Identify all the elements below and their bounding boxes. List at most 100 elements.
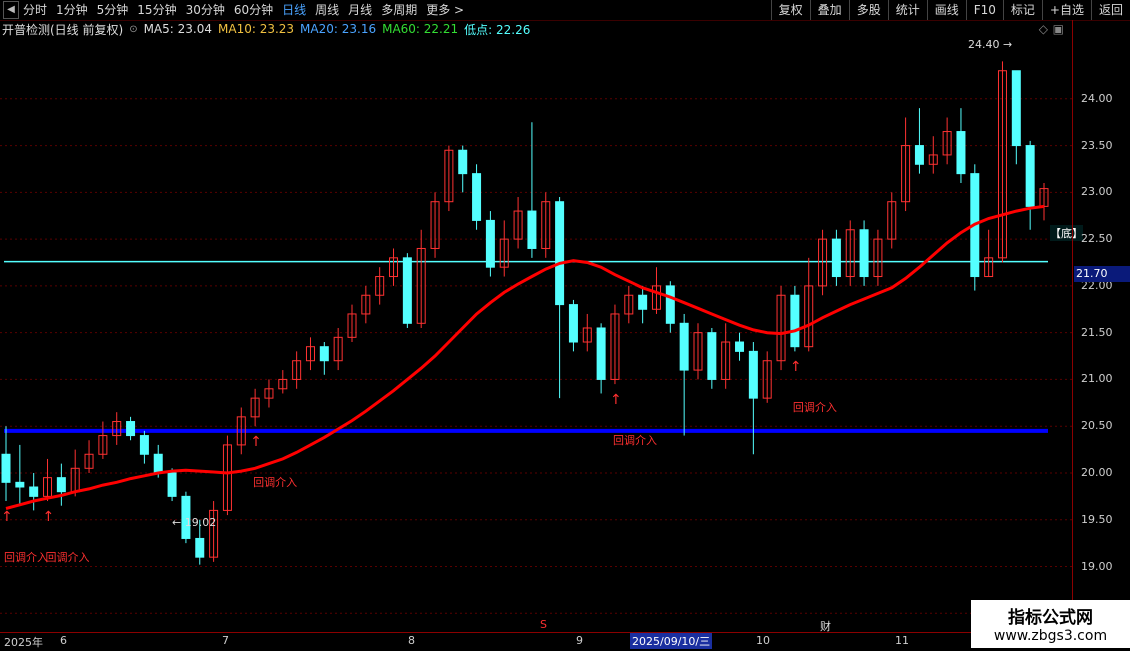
ma60-value: MA60: 22.21 <box>382 22 459 36</box>
signal-arrow-icon: ↑ <box>42 509 55 526</box>
tool-button-5[interactable]: F10 <box>965 0 1003 20</box>
candle-body <box>859 229 869 278</box>
settings-circle-icon[interactable]: ⊙ <box>129 24 137 35</box>
candle-body <box>568 304 578 343</box>
candle-body <box>153 453 163 474</box>
signal-label: 回调介入 <box>4 551 48 565</box>
candle-body <box>56 477 66 493</box>
tab-period-1[interactable]: 1分钟 <box>56 0 88 20</box>
tool-button-3[interactable]: 统计 <box>887 0 927 20</box>
candle-body <box>1011 70 1021 147</box>
price-tick: 21.00 <box>1081 372 1113 386</box>
candle-body <box>707 332 717 380</box>
stock-title: 开普检测(日线 前复权) <box>2 22 124 37</box>
price-tick: 23.50 <box>1081 138 1113 152</box>
price-tick: 19.00 <box>1081 559 1113 573</box>
watermark-url: www.zbgs3.com <box>993 628 1108 644</box>
marker-s: S <box>540 618 547 631</box>
candle-body <box>195 537 205 558</box>
candle-body <box>555 201 565 306</box>
candle-body <box>790 294 800 348</box>
candle-body <box>126 421 136 437</box>
period-tabs: ◀ 分时 1分钟 5分钟 15分钟 30分钟 60分钟 日线 周线 月线 多周期 更多 > <box>0 0 473 20</box>
date-tick: 10 <box>756 634 770 647</box>
tab-period-0[interactable]: 分时 <box>23 0 47 20</box>
tab-period-5[interactable]: 60分钟 <box>234 0 273 20</box>
tool-button-6[interactable]: 标记 <box>1002 0 1042 20</box>
tool-button-8[interactable]: 返回 <box>1090 0 1130 20</box>
price-tick: 20.50 <box>1081 419 1113 433</box>
current-price-badge: 21.70 <box>1074 266 1130 282</box>
date-tick: 9 <box>576 634 583 647</box>
candle-body <box>319 346 329 362</box>
date-cursor: 2025/09/10/三 <box>630 633 713 649</box>
low-value: 低点: 22.26 <box>464 22 531 37</box>
signal-label: 回调介入 <box>792 401 837 415</box>
signal-arrow-icon: ↑ <box>250 434 262 451</box>
low-annotation: ← 19.02 <box>172 516 217 529</box>
signal-arrow-icon: ↑ <box>789 359 802 376</box>
close-box-icon[interactable]: ▣ <box>1053 22 1064 36</box>
tool-button-7[interactable]: +自选 <box>1041 0 1091 20</box>
tab-period-9[interactable]: 多周期 <box>381 0 417 20</box>
signal-label: 回调介入 <box>45 551 90 565</box>
candle-body <box>638 294 648 310</box>
tab-period-2[interactable]: 5分钟 <box>97 0 129 20</box>
date-tick: 8 <box>408 634 415 647</box>
candle-body <box>485 219 495 268</box>
high-annotation: 24.40 → <box>968 38 1013 51</box>
candle-body <box>458 149 468 175</box>
tool-button-1[interactable]: 叠加 <box>809 0 849 20</box>
tab-period-8[interactable]: 月线 <box>348 0 372 20</box>
signal-label: 回调介入 <box>253 476 298 490</box>
kline-svg <box>0 61 1072 614</box>
signal-label: 回调介入 <box>612 434 657 448</box>
collapse-arrow-icon[interactable]: ◀ <box>3 1 19 19</box>
candle-body <box>1025 145 1035 207</box>
diamond-icon[interactable]: ◇ <box>1039 22 1048 36</box>
candle-body <box>139 435 149 455</box>
candle-body <box>167 472 177 497</box>
candle-body <box>831 238 841 278</box>
candle-body <box>1 453 11 483</box>
tab-period-10[interactable]: 更多 > <box>426 0 464 20</box>
signal-arrow-icon: ↑ <box>1 509 13 526</box>
watermark-title: 指标公式网 <box>1008 608 1093 628</box>
candle-body <box>596 327 606 380</box>
candle-body <box>472 173 482 221</box>
tool-buttons: 复权 叠加 多股 统计 画线 F10 标记 +自选 返回 <box>770 0 1130 20</box>
kline-chart[interactable]: ↑回调介入↑回调介入↑回调介入↑回调介入↑回调介入↑回调介入 24.40 → ←… <box>0 38 1083 632</box>
tab-period-7[interactable]: 周线 <box>315 0 339 20</box>
price-tick: 19.50 <box>1081 512 1113 526</box>
tab-period-4[interactable]: 30分钟 <box>186 0 225 20</box>
candle-body <box>527 210 537 249</box>
price-axis: 24.00 23.50 23.00 22.50 22.00 21.50 21.00 20.50… <box>1072 20 1130 632</box>
candle-body <box>956 131 966 175</box>
toolbar: ◀ 分时 1分钟 5分钟 15分钟 30分钟 60分钟 日线 周线 月线 多周期 更多 > 复权 叠加… <box>0 0 1130 21</box>
price-tick: 23.00 <box>1081 185 1113 199</box>
signal-arrow-icon: ↑ <box>609 392 622 409</box>
price-tick: 24.00 <box>1081 91 1113 105</box>
candle-body <box>914 145 924 165</box>
watermark: 指标公式网 www.zbgs3.com <box>971 600 1130 648</box>
tool-button-0[interactable]: 复权 <box>770 0 810 20</box>
ma5-value: MA5: 23.04 <box>143 22 212 36</box>
tool-button-2[interactable]: 多股 <box>848 0 888 20</box>
tool-button-4[interactable]: 画线 <box>926 0 966 20</box>
marker-cai: 财 <box>820 620 831 633</box>
candle-body <box>665 285 675 324</box>
date-tick: 7 <box>222 634 229 647</box>
candle-body <box>402 257 412 324</box>
candle-body <box>15 481 25 488</box>
price-tick: 20.00 <box>1081 465 1113 479</box>
candle-body <box>735 341 745 352</box>
ma20-value: MA20: 23.16 <box>300 22 377 36</box>
candle-body <box>748 350 758 399</box>
tab-period-3[interactable]: 15分钟 <box>137 0 176 20</box>
candle-body <box>679 322 689 371</box>
info-bar: 开普检测(日线 前复权) ⊙ MA5: 23.04 MA10: 23.23 MA… <box>0 20 1072 38</box>
date-tick: 11 <box>895 634 909 647</box>
tab-period-6[interactable]: 日线 <box>282 0 306 20</box>
date-tick: 6 <box>60 634 67 647</box>
price-tick: 22.50 <box>1081 232 1113 246</box>
